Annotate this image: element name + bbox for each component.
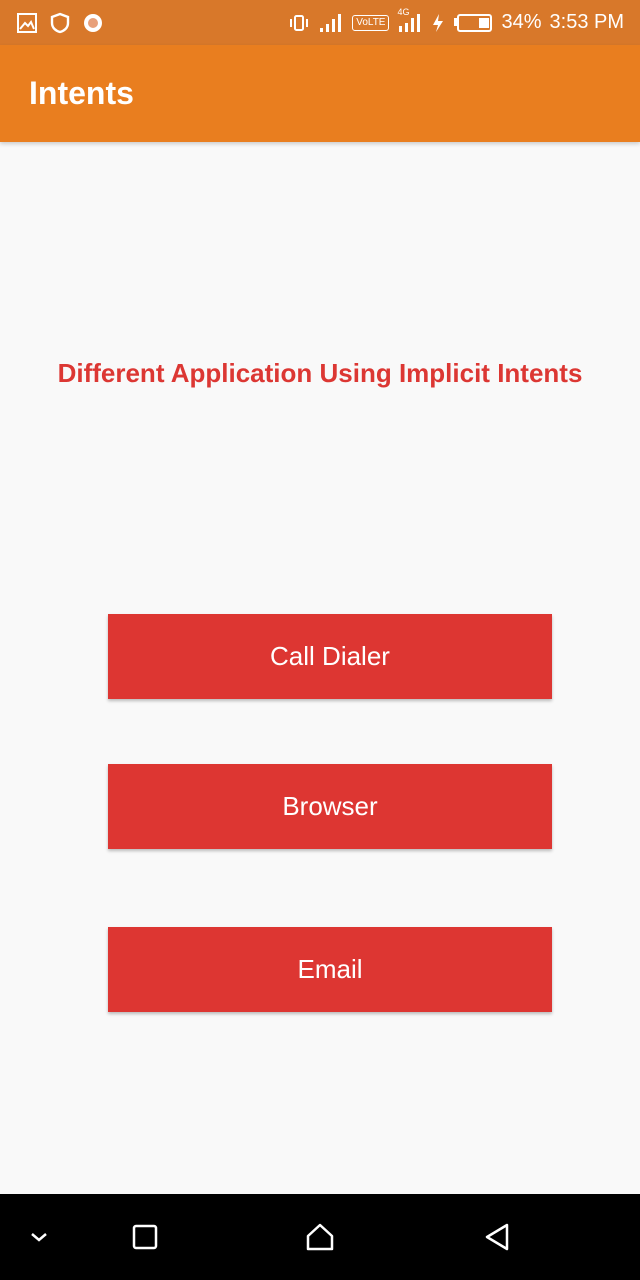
signal-4g-icon: 4G xyxy=(397,7,423,35)
status-bar-right: VoLTE 4G 34% 3:53 PM xyxy=(288,7,624,35)
app-title: Intents xyxy=(29,75,134,111)
network-label: 4G xyxy=(397,6,410,17)
back-icon[interactable] xyxy=(472,1194,522,1280)
image-icon xyxy=(16,11,38,35)
call-dialer-button[interactable]: Call Dialer xyxy=(108,614,552,699)
signal-icon xyxy=(318,11,344,35)
circle-icon xyxy=(82,11,104,35)
vibrate-icon xyxy=(288,11,310,35)
page-heading: Different Application Using Implicit Int… xyxy=(57,358,583,388)
recent-apps-icon[interactable] xyxy=(120,1194,170,1280)
screen: VoLTE 4G 34% 3:53 PM Intents Different A… xyxy=(0,0,640,1280)
volte-icon: VoLTE xyxy=(352,14,390,31)
browser-button[interactable]: Browser xyxy=(108,764,552,849)
home-icon[interactable] xyxy=(295,1194,345,1280)
email-button[interactable]: Email xyxy=(108,927,552,1012)
status-bar: VoLTE 4G 34% 3:53 PM xyxy=(0,0,640,45)
app-bar: Intents xyxy=(0,45,640,142)
navigation-bar xyxy=(0,1194,640,1280)
battery-percent: 34% xyxy=(501,11,542,33)
charging-icon xyxy=(431,11,445,35)
shield-icon xyxy=(50,11,70,35)
chevron-down-icon[interactable] xyxy=(14,1194,64,1280)
status-bar-left xyxy=(16,11,104,35)
clock: 3:53 PM xyxy=(549,11,624,33)
battery-icon xyxy=(453,11,493,35)
